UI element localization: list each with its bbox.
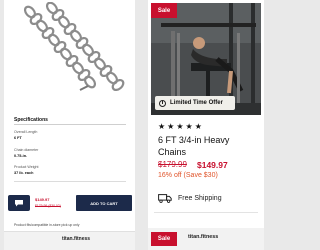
product-title[interactable]: 6 FT 3/4-in Heavy Chains [158, 134, 258, 158]
spec-value-overall-length: 6 FT [14, 136, 22, 140]
site-brand[interactable]: titan.fitness [62, 236, 90, 242]
spec-value-chain-diameter: 0.75-in. [14, 154, 28, 158]
cart-price-old: $179.99 ($30.02) [35, 204, 61, 208]
screen: Specifications Overall Length 6 FT Chain… [0, 0, 264, 250]
spec-value-product-weight: 37 lb. each [14, 171, 34, 175]
pickup-note: Product fits/compatible in-store pick up… [14, 223, 80, 227]
limited-time-offer-badge: Limited Time Offer [155, 96, 235, 110]
specifications-heading: Specifications [14, 117, 48, 123]
truck-icon [158, 194, 172, 203]
discount-label: 16% off (Save $30) [158, 172, 218, 179]
spec-label-chain-diameter: Chain diameter [14, 148, 39, 152]
divider [14, 181, 126, 182]
browser-bottom-bar: titan.fitness [4, 231, 135, 250]
clock-icon [159, 99, 166, 107]
add-to-cart-button[interactable]: ADD TO CART [76, 195, 132, 211]
limited-time-offer-label: Limited Time Offer [170, 100, 223, 106]
sale-badge: Sale [151, 232, 177, 246]
sticky-cart-bar: $149.97 $179.99 ($30.02) ADD TO CART [8, 193, 132, 213]
chain-product-image[interactable] [12, 2, 128, 94]
chat-icon[interactable] [8, 195, 30, 211]
original-price: $179.99 [158, 160, 187, 169]
spec-label-product-weight: Product Weight [14, 165, 39, 169]
divider [154, 212, 258, 213]
divider [14, 124, 126, 125]
product-card[interactable]: Sale Limited Time Offer ★★★★★ 6 FT 3/4-i… [148, 0, 264, 250]
spec-label-overall-length: Overall Length [14, 130, 38, 134]
site-brand[interactable]: titan.fitness [188, 234, 218, 240]
product-detail-panel: Specifications Overall Length 6 FT Chain… [4, 0, 135, 250]
shipping-info: Free Shipping [158, 194, 222, 203]
cart-price-new: $149.97 [35, 197, 50, 202]
sale-price: $149.97 [197, 160, 228, 170]
rating-stars: ★★★★★ [158, 122, 204, 131]
sale-badge: Sale [151, 3, 177, 18]
shipping-label: Free Shipping [178, 195, 222, 202]
